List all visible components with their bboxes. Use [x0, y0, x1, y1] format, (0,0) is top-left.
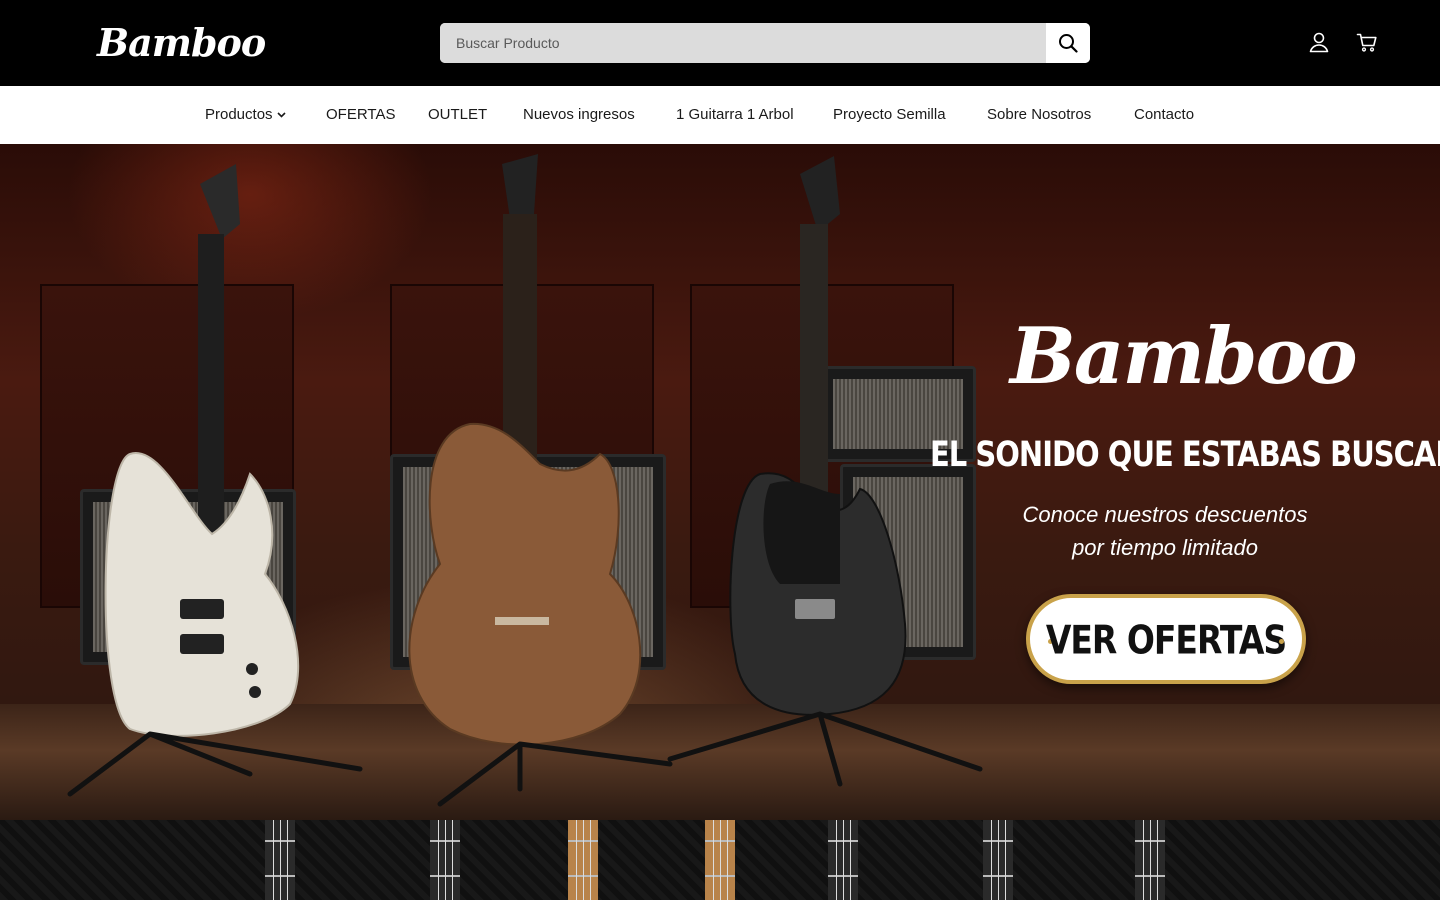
user-icon[interactable]	[1307, 30, 1331, 54]
hero-subtitle-line: por tiempo limitado	[1072, 535, 1258, 560]
nav-item-nuevos-ingresos[interactable]: Nuevos ingresos	[523, 86, 635, 144]
hero-banner[interactable]: Bamboo EL SONIDO QUE ESTABAS BUSCANDO Co…	[0, 144, 1440, 820]
product-necks-strip	[0, 820, 1440, 900]
guitar-neck	[568, 820, 598, 900]
hero-brand-logo: Bamboo	[1010, 311, 1358, 402]
guitar-neck	[705, 820, 735, 900]
brand-logo[interactable]: Bamboo	[97, 18, 266, 68]
hero-headline: EL SONIDO QUE ESTABAS BUSCANDO	[930, 433, 1440, 475]
nav-item-proyecto-semilla[interactable]: Proyecto Semilla	[833, 86, 946, 144]
search-bar	[440, 23, 1090, 63]
cart-icon[interactable]	[1355, 30, 1379, 54]
search-button[interactable]	[1046, 23, 1090, 63]
cta-label: VER OFERTAS	[1045, 615, 1287, 663]
guitar-neck	[828, 820, 858, 900]
guitars-illustration	[67, 154, 983, 807]
acoustic-guitar	[408, 154, 642, 746]
hero-subtitle-line: Conoce nuestros descuentos	[1022, 502, 1308, 527]
nav-item-label: Productos	[205, 106, 273, 123]
nav-item-ofertas[interactable]: OFERTAS	[326, 86, 395, 144]
guitar-neck	[430, 820, 460, 900]
chevron-down-icon	[276, 112, 286, 118]
guitar-neck	[983, 820, 1013, 900]
ver-ofertas-button[interactable]: VER OFERTAS	[1026, 594, 1306, 684]
guitar-neck	[265, 820, 295, 900]
black-electric-guitar	[729, 156, 907, 716]
search-icon	[1059, 34, 1078, 53]
nav-item-1-guitarra-1-arbol[interactable]: 1 Guitarra 1 Arbol	[676, 86, 794, 144]
nav-item-contacto[interactable]: Contacto	[1134, 86, 1194, 144]
main-nav: Productos OFERTAS OUTLET Nuevos ingresos…	[0, 86, 1440, 144]
white-electric-guitar	[104, 164, 300, 737]
decorative-dot	[1279, 639, 1284, 644]
site-header: Bamboo	[0, 0, 1440, 86]
nav-item-outlet[interactable]: OUTLET	[428, 86, 487, 144]
nav-item-productos[interactable]: Productos	[205, 86, 286, 144]
search-input[interactable]	[440, 23, 1046, 63]
guitar-neck	[1135, 820, 1165, 900]
hero-subtitle: Conoce nuestros descuentos por tiempo li…	[990, 498, 1340, 564]
nav-item-sobre-nosotros[interactable]: Sobre Nosotros	[987, 86, 1091, 144]
